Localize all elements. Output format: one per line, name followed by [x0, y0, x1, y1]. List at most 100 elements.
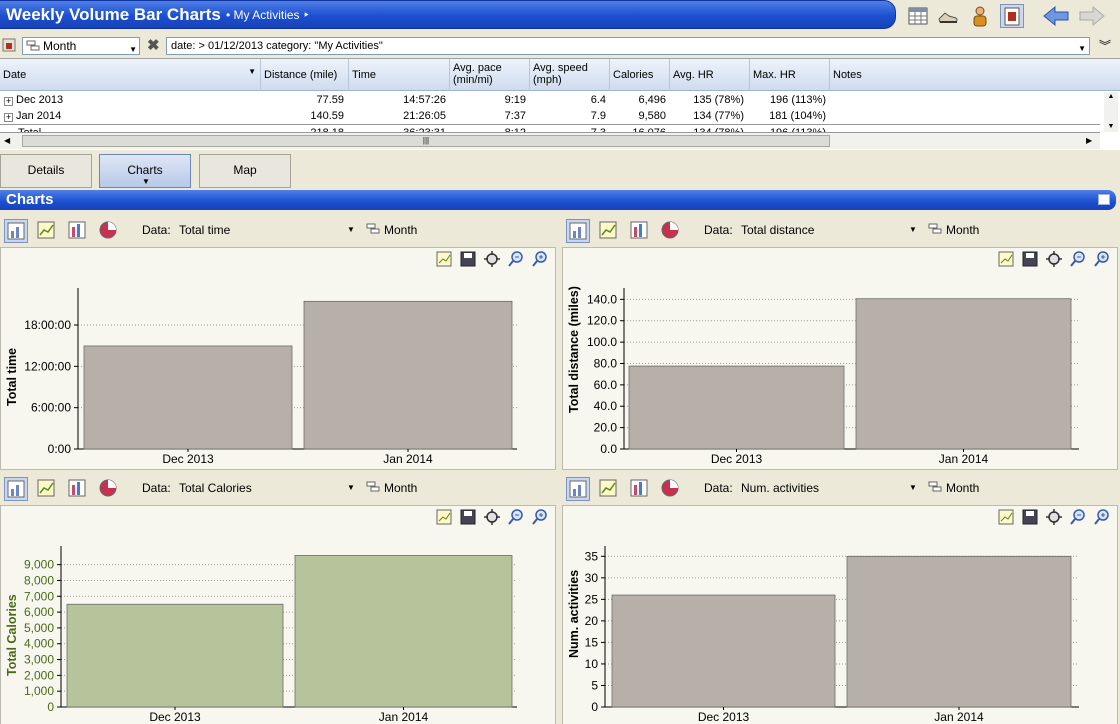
column-header-date[interactable]: Date ▼	[0, 59, 261, 91]
table-row[interactable]: + Dec 2013 77.59 14:57:26 9:19 6.4 6,496 …	[0, 92, 1100, 108]
bar[interactable]	[83, 345, 293, 450]
chevron-down-icon[interactable]: ▼	[347, 225, 355, 234]
bar[interactable]	[611, 594, 836, 708]
line-chart-icon[interactable]	[35, 219, 59, 243]
period-select[interactable]: Month	[946, 481, 979, 495]
scroll-thumb[interactable]: |||	[22, 135, 830, 147]
bar-chart-icon[interactable]	[4, 477, 28, 501]
chevron-down-icon[interactable]: ▼	[909, 483, 917, 492]
shoe-icon[interactable]	[936, 4, 960, 28]
bar-chart: 0:00 6:00:00 12:00:00 18:00:00 Dec 2013 Jan 2…	[24, 288, 517, 466]
bar[interactable]	[628, 365, 845, 450]
bar-chart: 0 5 10 15 20 25 30 35 Dec 2013 Jan 2014	[585, 546, 1079, 724]
horizontal-scrollbar[interactable]: ◀ ||| ▶	[0, 133, 1100, 149]
bar-chart-icon[interactable]	[566, 477, 590, 501]
column-header-time[interactable]: Time	[349, 59, 450, 91]
y-axis-label: Num. activities	[567, 569, 581, 658]
period-select[interactable]: Month ▼	[22, 37, 140, 55]
bar[interactable]	[66, 603, 284, 708]
column-header-avg-hr[interactable]: Avg. HR	[670, 59, 750, 91]
bar[interactable]	[294, 555, 513, 708]
scroll-left-icon[interactable]: ◀	[4, 136, 10, 145]
chart-body: 0 5 10 15 20 25 30 35 Dec 2013 Jan 2014 Num. activ…	[562, 505, 1118, 724]
stacked-bar-chart-icon[interactable]	[66, 477, 90, 501]
tab-charts[interactable]: Charts ▼	[99, 154, 191, 188]
notebook-icon[interactable]	[1000, 4, 1024, 28]
column-header-distance[interactable]: Distance (mile)	[261, 59, 349, 91]
chart-panel: Data: Total time ▼ Month 0:00 6:00:00 12:00:00…	[0, 215, 556, 470]
y-tick-label: 5	[591, 678, 598, 692]
data-select[interactable]: Total Calories	[179, 481, 252, 495]
data-select[interactable]: Total time	[179, 223, 230, 237]
chevron-down-icon[interactable]: ▼	[1078, 41, 1086, 57]
page-title: Weekly Volume Bar Charts	[6, 5, 221, 24]
expand-icon[interactable]: +	[4, 113, 13, 122]
y-tick-label: 6:00:00	[31, 401, 71, 415]
y-axis-label: Total time	[5, 347, 19, 406]
tab-map[interactable]: Map	[199, 154, 291, 188]
pie-chart-icon[interactable]	[659, 219, 683, 243]
bar-chart-icon[interactable]	[4, 219, 28, 243]
period-icon	[928, 481, 942, 493]
collapse-icon[interactable]: ︾	[1099, 37, 1111, 54]
line-chart-icon[interactable]	[597, 477, 621, 501]
x-tick-label: Jan 2014	[379, 710, 429, 724]
bar[interactable]	[855, 298, 1072, 450]
period-select[interactable]: Month	[384, 223, 417, 237]
calendar-grid-icon[interactable]	[906, 4, 930, 28]
column-header-pace[interactable]: Avg. pace (min/mi)	[450, 59, 530, 91]
table-row[interactable]: + Jan 2014 140.59 21:26:05 7:37 7.9 9,580…	[0, 108, 1100, 124]
athlete-icon[interactable]	[968, 4, 992, 28]
stacked-bar-chart-icon[interactable]	[628, 219, 652, 243]
maximize-icon[interactable]	[1098, 194, 1110, 205]
period-select[interactable]: Month	[384, 481, 417, 495]
chart-toolbar: Data: Total time ▼ Month	[0, 215, 556, 245]
y-tick-label: 100.0	[587, 335, 617, 349]
filter-toggle-icon[interactable]	[2, 38, 16, 52]
chevron-down-icon[interactable]: ▼	[909, 225, 917, 234]
back-arrow-icon[interactable]	[1042, 4, 1069, 28]
stacked-bar-chart-icon[interactable]	[628, 477, 652, 501]
line-chart-icon[interactable]	[35, 477, 59, 501]
y-tick-label: 40.0	[594, 399, 618, 413]
forward-arrow-icon[interactable]	[1078, 4, 1105, 28]
bar[interactable]	[303, 300, 513, 450]
chevron-down-icon[interactable]: ▼	[347, 483, 355, 492]
data-select[interactable]: Total distance	[741, 223, 814, 237]
clear-filter-icon[interactable]: ✖	[147, 36, 160, 54]
y-tick-label: 20	[585, 614, 599, 628]
expand-icon[interactable]: +	[4, 97, 13, 106]
pie-chart-icon[interactable]	[97, 219, 121, 243]
tab-details[interactable]: Details	[0, 154, 92, 188]
chart-toolbar: Data: Total Calories ▼ Month	[0, 473, 556, 503]
period-icon	[366, 223, 380, 235]
scroll-down-icon[interactable]: ▼	[1104, 122, 1118, 132]
scroll-up-icon[interactable]: ▲	[1104, 92, 1118, 102]
period-select[interactable]: Month	[946, 223, 979, 237]
data-select[interactable]: Num. activities	[741, 481, 819, 495]
filter-input[interactable]: date: > 01/12/2013 category: "My Activit…	[166, 37, 1090, 55]
bar-chart-icon[interactable]	[566, 219, 590, 243]
pie-chart-icon[interactable]	[659, 477, 683, 501]
column-header-notes[interactable]: Notes	[830, 59, 1120, 91]
column-header-max-hr[interactable]: Max. HR	[750, 59, 830, 91]
pie-chart-icon[interactable]	[97, 477, 121, 501]
y-axis-label: Total distance (miles)	[567, 286, 581, 413]
charts-section-header: Charts	[0, 190, 1116, 210]
y-tick-label: 6,000	[24, 605, 54, 619]
breadcrumb[interactable]: • My Activities ‣	[226, 8, 310, 22]
line-chart-icon[interactable]	[597, 219, 621, 243]
stacked-bar-chart-icon[interactable]	[66, 219, 90, 243]
chart-toolbar: Data: Total distance ▼ Month	[562, 215, 1118, 245]
y-tick-label: 0.0	[600, 442, 617, 456]
vertical-scrollbar[interactable]: ▲ ▼	[1104, 92, 1118, 132]
data-label: Data:	[704, 481, 733, 495]
y-tick-label: 80.0	[594, 356, 618, 370]
bar[interactable]	[846, 555, 1072, 708]
chart-panel: Data: Total Calories ▼ Month 0 1,000 2,000 3,00…	[0, 473, 556, 724]
y-tick-label: 0	[47, 700, 54, 714]
scroll-right-icon[interactable]: ▶	[1086, 136, 1092, 145]
column-header-speed[interactable]: Avg. speed (mph)	[530, 59, 610, 91]
table-total-row: Total 218.18 36:23:31 8:12 7.3 16,076 13…	[0, 124, 1100, 133]
column-header-calories[interactable]: Calories	[610, 59, 670, 91]
